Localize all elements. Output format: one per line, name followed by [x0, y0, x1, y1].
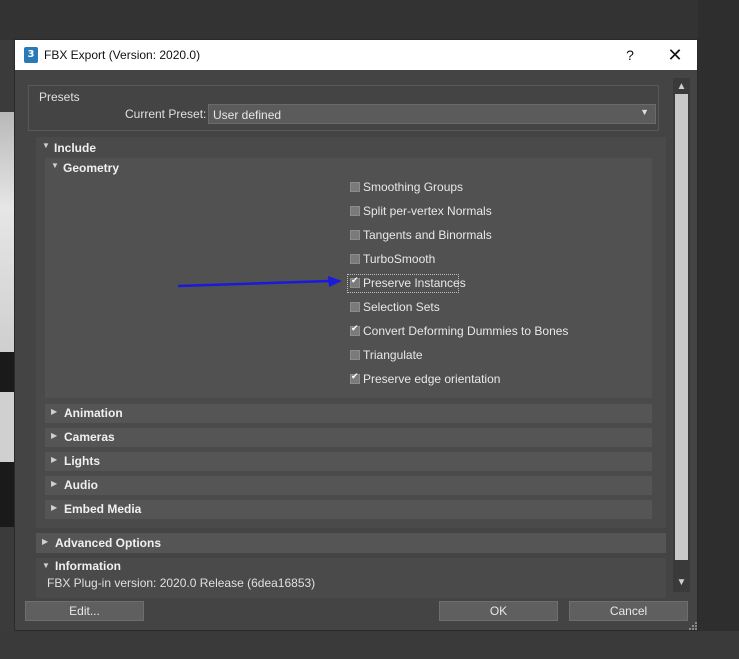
- checkbox-box[interactable]: [350, 276, 360, 288]
- background-app-right: [698, 0, 739, 659]
- current-preset-label: Current Preset:: [125, 107, 207, 121]
- geometry-label: Geometry: [63, 161, 120, 175]
- rollout-label: Cameras: [64, 430, 115, 444]
- embed-media-rollout[interactable]: ▶ Embed Media: [45, 500, 652, 519]
- background-app-top: [0, 0, 739, 40]
- checkbox-label: Split per-vertex Normals: [363, 204, 492, 218]
- fbx-export-dialog: 3 FBX Export (Version: 2020.0) ? ✕ Prese…: [14, 39, 698, 631]
- triangle-right-icon: ▶: [51, 431, 58, 440]
- scroll-down-arrow-icon[interactable]: ▼: [673, 576, 690, 590]
- checkbox-label: TurboSmooth: [363, 252, 436, 266]
- scroll-thumb[interactable]: [675, 94, 688, 560]
- close-button[interactable]: ✕: [660, 40, 690, 70]
- cancel-button[interactable]: Cancel: [569, 601, 688, 621]
- rollout-label: Audio: [64, 478, 98, 492]
- vertical-scrollbar[interactable]: ▲ ▼: [673, 78, 690, 592]
- checkbox-label: Smoothing Groups: [363, 180, 464, 194]
- edit-button[interactable]: Edit...: [25, 601, 144, 621]
- triangle-down-icon: ▼: [42, 141, 50, 150]
- information-rollout: ▼ Information FBX Plug-in version: 2020.…: [36, 558, 666, 598]
- dialog-title: FBX Export (Version: 2020.0): [44, 48, 201, 62]
- rollout-label: Animation: [64, 406, 123, 420]
- current-preset-dropdown[interactable]: User defined ▼: [208, 104, 656, 124]
- scroll-up-arrow-icon[interactable]: ▲: [673, 80, 690, 94]
- information-label[interactable]: Information: [55, 559, 121, 573]
- checkbox-box[interactable]: [350, 206, 360, 216]
- presets-group-label: Presets: [39, 90, 80, 104]
- checkbox-box[interactable]: [350, 254, 360, 264]
- triangle-down-icon[interactable]: ▼: [42, 561, 50, 570]
- checkbox-box[interactable]: [350, 372, 360, 384]
- background-app-bottom: [0, 631, 739, 659]
- viewport-strip: [0, 392, 14, 462]
- 3dsmax-app-icon: 3: [24, 47, 38, 63]
- rollout-label: Lights: [64, 454, 100, 468]
- rollout-label: Embed Media: [64, 502, 142, 516]
- checkbox-box[interactable]: [350, 350, 360, 360]
- checkbox-label: Triangulate: [363, 348, 423, 362]
- resize-grip-icon[interactable]: [687, 620, 697, 630]
- triangle-right-icon: ▶: [51, 407, 58, 416]
- chevron-down-icon: ▼: [640, 107, 649, 117]
- triangle-right-icon: ▶: [51, 479, 58, 488]
- animation-rollout[interactable]: ▶ Animation: [45, 404, 652, 423]
- plugin-version-text: FBX Plug-in version: 2020.0 Release (6de…: [47, 576, 316, 590]
- cameras-rollout[interactable]: ▶ Cameras: [45, 428, 652, 447]
- checkbox-box[interactable]: [350, 302, 360, 312]
- checkbox-box[interactable]: [350, 324, 360, 336]
- advanced-options-rollout[interactable]: ▶ Advanced Options: [36, 533, 666, 553]
- audio-rollout[interactable]: ▶ Audio: [45, 476, 652, 495]
- checkbox-box[interactable]: [350, 230, 360, 240]
- title-bar[interactable]: 3 FBX Export (Version: 2020.0) ? ✕: [15, 40, 697, 70]
- triangle-right-icon: ▶: [42, 537, 49, 546]
- background-viewport: [0, 112, 14, 527]
- triangle-down-icon: ▼: [51, 161, 59, 170]
- help-button[interactable]: ?: [615, 40, 645, 70]
- triangle-right-icon: ▶: [51, 503, 58, 512]
- current-preset-value: User defined: [213, 108, 282, 122]
- ok-button[interactable]: OK: [439, 601, 558, 621]
- lights-rollout[interactable]: ▶ Lights: [45, 452, 652, 471]
- checkbox-label: Convert Deforming Dummies to Bones: [363, 324, 569, 338]
- advanced-options-label: Advanced Options: [55, 536, 162, 550]
- checkbox-label: Preserve edge orientation: [363, 372, 501, 386]
- checkbox-box[interactable]: [350, 182, 360, 192]
- triangle-right-icon: ▶: [51, 455, 58, 464]
- include-label: Include: [54, 141, 97, 155]
- viewport-strip: [0, 112, 14, 352]
- checkbox-label: Preserve Instances: [363, 276, 466, 290]
- checkbox-label: Tangents and Binormals: [363, 228, 492, 242]
- checkbox-label: Selection Sets: [363, 300, 440, 314]
